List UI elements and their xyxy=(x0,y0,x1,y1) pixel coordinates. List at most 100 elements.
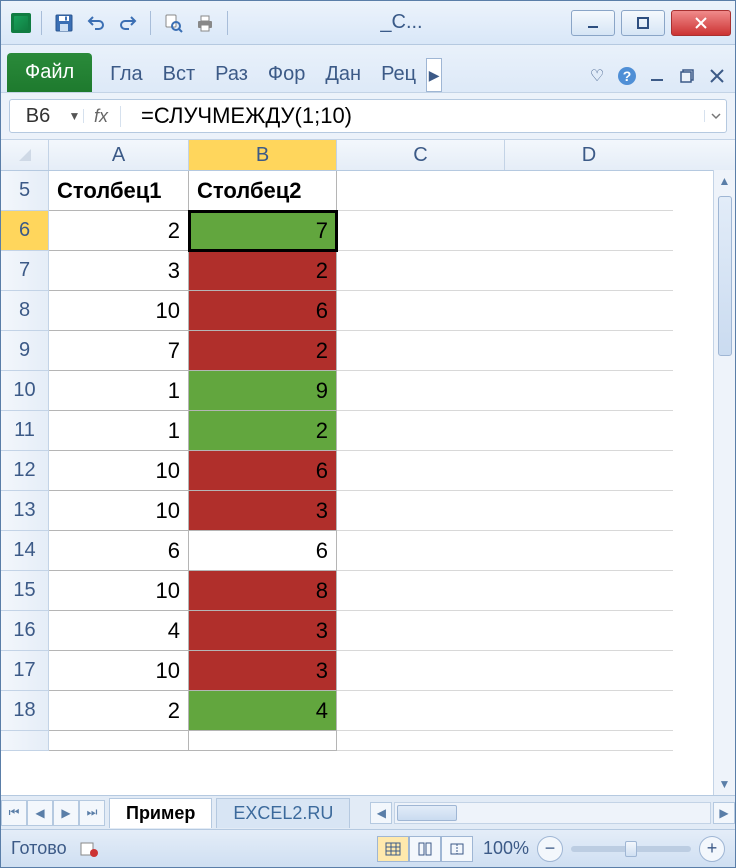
cell-b[interactable]: 6 xyxy=(189,531,337,571)
row-header[interactable]: 14 xyxy=(1,531,49,571)
sheet-tab-active[interactable]: Пример xyxy=(109,798,212,828)
cell-a[interactable]: 1 xyxy=(49,411,189,451)
cell-d[interactable] xyxy=(505,491,673,531)
cell-b[interactable]: 2 xyxy=(189,331,337,371)
cell-b[interactable]: 3 xyxy=(189,651,337,691)
cell-c[interactable] xyxy=(337,451,505,491)
cell-d[interactable] xyxy=(505,451,673,491)
cell-b[interactable]: 7 xyxy=(189,211,337,251)
zoom-out-button[interactable]: − xyxy=(537,836,563,862)
cell-b[interactable]: 8 xyxy=(189,571,337,611)
cell-d[interactable] xyxy=(505,731,673,751)
cell-a[interactable]: 10 xyxy=(49,571,189,611)
cell-c[interactable] xyxy=(337,691,505,731)
ribbon-tab-formulas[interactable]: Фор xyxy=(258,55,315,92)
formula-expand-button[interactable] xyxy=(704,110,726,122)
row-header[interactable]: 11 xyxy=(1,411,49,451)
vscroll-thumb[interactable] xyxy=(718,196,732,356)
cell-d[interactable] xyxy=(505,291,673,331)
cell-c[interactable] xyxy=(337,731,505,751)
ribbon-dropdown-button[interactable]: ♡ xyxy=(587,66,607,86)
name-box-dropdown[interactable]: ▼ xyxy=(66,109,84,123)
col-header-b[interactable]: B xyxy=(189,140,337,170)
formula-input[interactable] xyxy=(131,103,704,129)
cell-a[interactable]: 2 xyxy=(49,211,189,251)
cell-b[interactable]: 6 xyxy=(189,451,337,491)
row-header[interactable]: 17 xyxy=(1,651,49,691)
cell-c[interactable] xyxy=(337,411,505,451)
cell-b[interactable]: 4 xyxy=(189,691,337,731)
cell-a[interactable]: 10 xyxy=(49,291,189,331)
cell-c[interactable] xyxy=(337,371,505,411)
cell-b[interactable]: Столбец2 xyxy=(189,171,337,211)
print-preview-button[interactable] xyxy=(159,9,187,37)
file-tab[interactable]: Файл xyxy=(7,53,92,92)
cell-a[interactable]: 10 xyxy=(49,491,189,531)
row-header[interactable]: 13 xyxy=(1,491,49,531)
cell-b[interactable]: 9 xyxy=(189,371,337,411)
cell-d[interactable] xyxy=(505,331,673,371)
cell-b[interactable]: 6 xyxy=(189,291,337,331)
row-header[interactable]: 6 xyxy=(1,211,49,251)
row-header[interactable] xyxy=(1,731,49,751)
cell-d[interactable] xyxy=(505,411,673,451)
col-header-d[interactable]: D xyxy=(505,140,673,170)
cell-c[interactable] xyxy=(337,251,505,291)
cell-d[interactable] xyxy=(505,611,673,651)
cell-a[interactable]: 3 xyxy=(49,251,189,291)
row-header[interactable]: 9 xyxy=(1,331,49,371)
ribbon-tab-pagelayout[interactable]: Раз xyxy=(205,55,258,92)
cell-a[interactable]: 7 xyxy=(49,331,189,371)
ribbon-tab-data[interactable]: Дан xyxy=(315,55,371,92)
col-header-c[interactable]: C xyxy=(337,140,505,170)
name-box[interactable]: B6 xyxy=(10,105,66,128)
cell-a[interactable]: Столбец1 xyxy=(49,171,189,211)
cell-c[interactable] xyxy=(337,331,505,371)
horizontal-scrollbar[interactable]: ◀ ▶ xyxy=(370,802,735,824)
row-header[interactable]: 16 xyxy=(1,611,49,651)
cell-d[interactable] xyxy=(505,371,673,411)
cell-b[interactable]: 2 xyxy=(189,411,337,451)
cell-a[interactable] xyxy=(49,731,189,751)
cell-c[interactable] xyxy=(337,611,505,651)
cell-c[interactable] xyxy=(337,651,505,691)
hscroll-thumb[interactable] xyxy=(397,805,457,821)
cell-a[interactable]: 10 xyxy=(49,651,189,691)
sheet-last-button[interactable]: ⏭ xyxy=(79,800,105,826)
redo-button[interactable] xyxy=(114,9,142,37)
sheet-tab-inactive[interactable]: EXCEL2.RU xyxy=(216,798,350,828)
view-pagebreak-button[interactable] xyxy=(441,836,473,862)
row-header[interactable]: 15 xyxy=(1,571,49,611)
vertical-scrollbar[interactable]: ▲ ▼ xyxy=(713,170,735,795)
cell-b[interactable]: 3 xyxy=(189,491,337,531)
zoom-slider[interactable] xyxy=(571,846,691,852)
sheet-prev-button[interactable]: ◀ xyxy=(27,800,53,826)
hscroll-track[interactable] xyxy=(394,802,711,824)
cell-d[interactable] xyxy=(505,531,673,571)
cell-d[interactable] xyxy=(505,251,673,291)
ribbon-tab-review[interactable]: Рец xyxy=(371,55,426,92)
row-header[interactable]: 7 xyxy=(1,251,49,291)
cell-c[interactable] xyxy=(337,291,505,331)
insert-function-button[interactable]: fx xyxy=(94,106,121,127)
cell-b[interactable] xyxy=(189,731,337,751)
doc-minimize-button[interactable] xyxy=(647,66,667,86)
cell-c[interactable] xyxy=(337,211,505,251)
minimize-button[interactable] xyxy=(571,10,615,36)
cell-a[interactable]: 2 xyxy=(49,691,189,731)
macro-record-button[interactable] xyxy=(77,837,101,861)
cell-c[interactable] xyxy=(337,171,505,211)
select-all-corner[interactable] xyxy=(1,140,49,170)
zoom-handle[interactable] xyxy=(625,841,637,857)
ribbon-tab-home[interactable]: Гла xyxy=(100,55,153,92)
cell-d[interactable] xyxy=(505,211,673,251)
cell-d[interactable] xyxy=(505,571,673,611)
view-pagelayout-button[interactable] xyxy=(409,836,441,862)
sheet-next-button[interactable]: ▶ xyxy=(53,800,79,826)
sheet-first-button[interactable]: ⏮ xyxy=(1,800,27,826)
row-header[interactable]: 18 xyxy=(1,691,49,731)
view-normal-button[interactable] xyxy=(377,836,409,862)
maximize-button[interactable] xyxy=(621,10,665,36)
ribbon-more-button[interactable]: ▶ xyxy=(426,58,442,92)
cell-a[interactable]: 4 xyxy=(49,611,189,651)
